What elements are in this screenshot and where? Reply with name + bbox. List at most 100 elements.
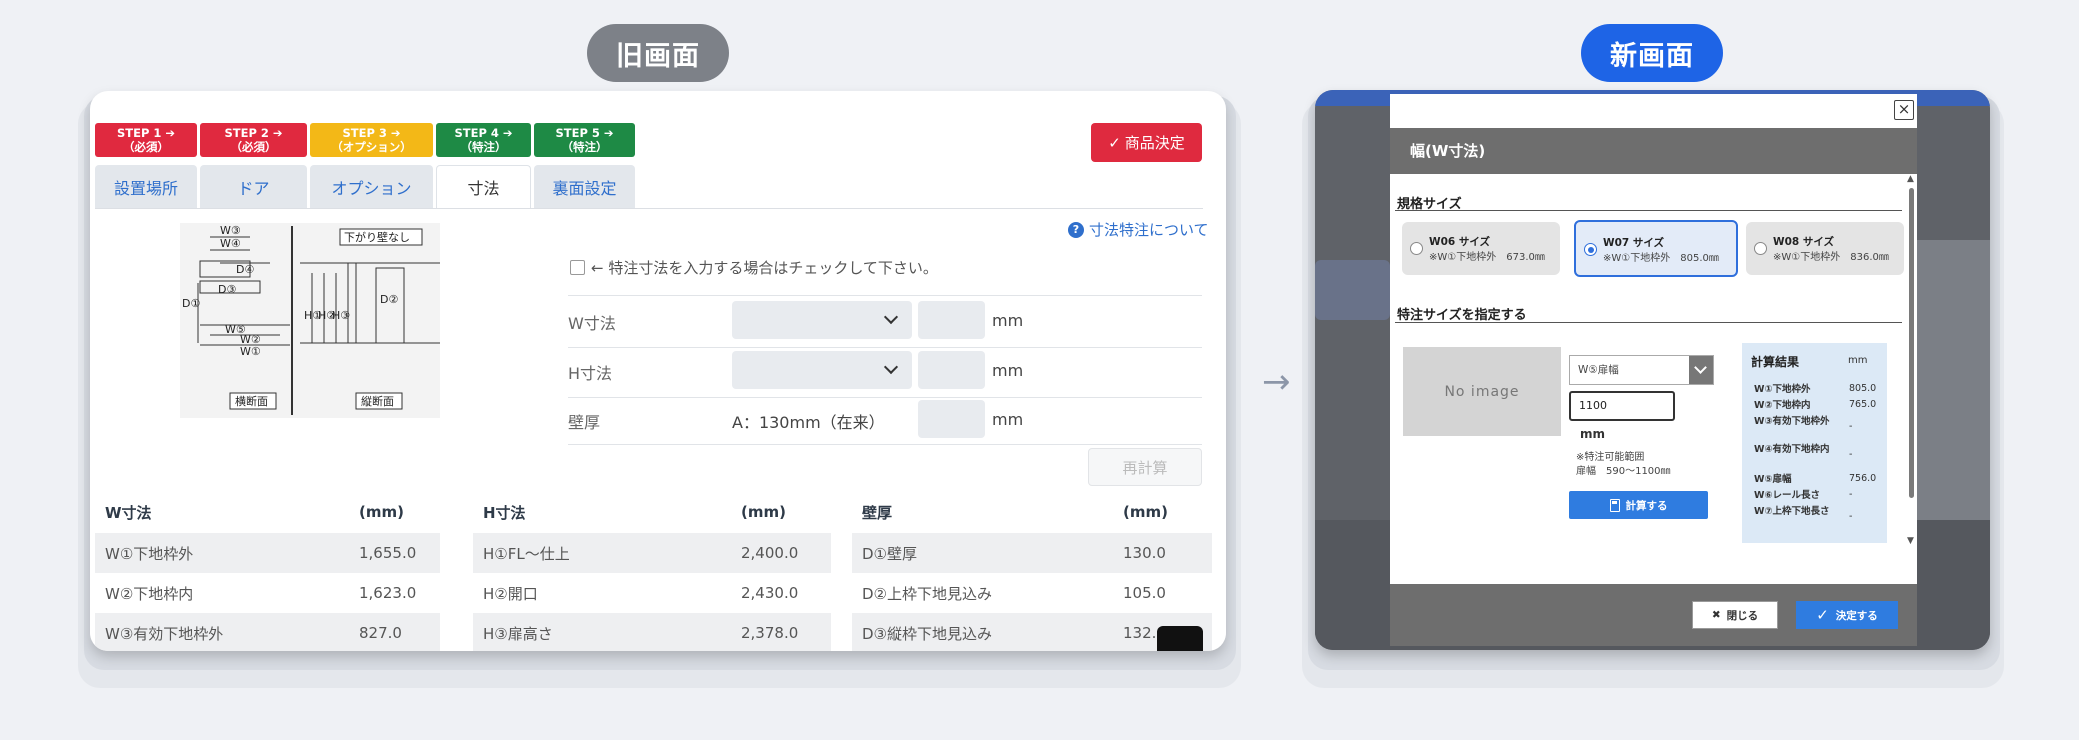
step-4-sub: （特注）: [460, 140, 507, 154]
table-row: D①壁厚 130.0: [852, 533, 1212, 573]
diagram-label-d3: D③: [218, 283, 236, 296]
diagram-no-drop-wall: 下がり壁なし: [344, 230, 410, 244]
result-value: 756.0: [1849, 473, 1877, 484]
diagram-caption-cross: 横断面: [235, 394, 268, 408]
dimension-diagram: W③ W④ W⑤ W② W① D① D③ D④ D② H① H② H③ 下がり壁…: [180, 223, 440, 418]
chevron-down-icon: [883, 359, 899, 375]
step-5-title: STEP 5 ➔: [555, 126, 614, 140]
calculate-button[interactable]: 計算する: [1569, 491, 1708, 519]
chevron-down-icon: [1689, 356, 1713, 384]
modal-title: 幅(W寸法): [1390, 128, 1917, 174]
table-header-label: H寸法: [483, 503, 526, 522]
modal-scrollbar[interactable]: ▲ ▼: [1906, 174, 1917, 552]
step-5-sub: （特注）: [561, 140, 608, 154]
size-option-w07[interactable]: W07 サイズ ※W①下地枠外 805.0㎜: [1574, 220, 1738, 277]
radio-icon[interactable]: [1754, 242, 1767, 255]
check-icon: ✓: [1108, 133, 1121, 152]
table-cell-label: H①FL～仕上: [483, 544, 570, 563]
step-5-button[interactable]: STEP 5 ➔ （特注）: [534, 123, 635, 157]
step-3-title: STEP 3 ➔: [342, 126, 401, 140]
step-2-button[interactable]: STEP 2 ➔ （必須）: [200, 123, 307, 157]
scroll-down-icon[interactable]: ▼: [1907, 536, 1914, 546]
h-size-unit: mm: [992, 361, 1024, 380]
custom-size-checkbox-label: ← 特注寸法を入力する場合はチェックして下さい。: [591, 259, 938, 277]
table-row: H①FL～仕上 2,400.0: [473, 533, 831, 573]
decide-product-button[interactable]: ✓ 商品決定: [1091, 123, 1202, 162]
result-value: 765.0: [1849, 399, 1877, 410]
range-note-title: ※特注可能範囲: [1576, 452, 1645, 463]
modal-footer: ✖ 閉じる ✓ 決定する: [1390, 584, 1917, 646]
table-header: H寸法 (mm): [473, 491, 831, 533]
confirm-button[interactable]: ✓ 決定する: [1796, 601, 1898, 629]
calculate-label: 計算する: [1625, 499, 1668, 512]
radio-icon[interactable]: [1410, 242, 1423, 255]
table-header-unit: (mm): [741, 503, 786, 521]
size-option-detail: ※W①下地枠外 673.0㎜: [1429, 252, 1545, 263]
calculator-icon: [1609, 498, 1620, 512]
custom-size-input[interactable]: 1100: [1569, 391, 1675, 421]
form-divider: [568, 347, 1202, 348]
result-value: -: [1849, 489, 1853, 500]
scroll-up-icon[interactable]: ▲: [1907, 174, 1914, 184]
custom-size-checkbox-row: ← 特注寸法を入力する場合はチェックして下さい。: [570, 257, 938, 278]
recalculate-button[interactable]: 再計算: [1088, 448, 1202, 486]
table-row: H③扉高さ 2,378.0: [473, 613, 831, 651]
wall-thickness-unit: mm: [992, 410, 1024, 429]
result-title: 計算結果: [1751, 355, 1800, 369]
size-option-name: W07 サイズ: [1603, 237, 1665, 249]
form-divider: [568, 444, 1202, 445]
radio-selected-icon[interactable]: [1584, 243, 1597, 256]
table-cell-label: H②開口: [483, 584, 538, 603]
step-2-title: STEP 2 ➔: [224, 126, 283, 140]
custom-size-help-link[interactable]: ? 寸法特注について: [1068, 219, 1209, 240]
w-size-input[interactable]: [918, 301, 985, 339]
table-row: D②上枠下地見込み 105.0: [852, 573, 1212, 613]
tab-dimensions[interactable]: 寸法: [436, 165, 531, 208]
result-value: -: [1849, 421, 1853, 432]
width-modal: × 幅(W寸法) ▲ ▼ 規格サイズ W06 サイズ ※W①下地枠外 673.0…: [1390, 94, 1917, 646]
back-to-top-button[interactable]: TOP: [1157, 626, 1203, 651]
step-1-sub: （必須）: [123, 140, 169, 154]
wall-thickness-label: 壁厚: [568, 413, 601, 432]
wall-thickness-input[interactable]: [918, 400, 985, 438]
step-4-button[interactable]: STEP 4 ➔ （特注）: [436, 123, 531, 157]
table-cell-label: D③縦枠下地見込み: [862, 624, 992, 643]
step-4-title: STEP 4 ➔: [454, 126, 513, 140]
tab-divider: [95, 208, 1203, 209]
close-icon[interactable]: ×: [1894, 100, 1914, 120]
step-1-button[interactable]: STEP 1 ➔ （必須）: [95, 123, 197, 157]
table-cell-value: 1,655.0: [359, 544, 417, 562]
result-value: -: [1849, 449, 1853, 460]
table-cell-label: W②下地枠内: [105, 584, 194, 603]
size-option-w06[interactable]: W06 サイズ ※W①下地枠外 673.0㎜: [1402, 222, 1560, 275]
result-label: W④有効下地枠内: [1754, 444, 1830, 455]
tab-back-settings[interactable]: 裏面設定: [534, 165, 635, 208]
custom-size-checkbox[interactable]: [570, 260, 585, 275]
step-3-button[interactable]: STEP 3 ➔ （オプション）: [310, 123, 433, 157]
table-cell-value: 827.0: [359, 624, 402, 642]
confirm-label: 決定する: [1835, 609, 1878, 622]
close-button[interactable]: ✖ 閉じる: [1692, 601, 1778, 629]
result-label: W②下地枠内: [1754, 400, 1811, 411]
w-size-unit: mm: [992, 311, 1024, 330]
h-size-select[interactable]: [732, 351, 912, 389]
size-option-name: W08 サイズ: [1773, 236, 1835, 248]
tab-door[interactable]: ドア: [200, 165, 307, 208]
h-size-table: H寸法 (mm) H①FL～仕上 2,400.0 H②開口 2,430.0 H③…: [473, 491, 831, 651]
dimension-select[interactable]: W⑤扉幅: [1569, 355, 1714, 385]
w-size-label: W寸法: [568, 314, 616, 333]
table-cell-value: 1,623.0: [359, 584, 417, 602]
background-blur: [1315, 260, 1390, 320]
tab-option[interactable]: オプション: [310, 165, 433, 208]
size-option-detail: ※W①下地枠外 805.0㎜: [1603, 253, 1719, 264]
tab-location[interactable]: 設置場所: [95, 165, 197, 208]
wall-thickness-value: A：130mm（在来）: [732, 413, 885, 432]
custom-size-help-text: 寸法特注について: [1089, 221, 1209, 239]
size-option-w08[interactable]: W08 サイズ ※W①下地枠外 836.0㎜: [1746, 222, 1904, 275]
diagram-label-w1: W①: [240, 345, 261, 358]
calculation-result-panel: 計算結果 mm W①下地枠外 805.0 W②下地枠内 765.0 W③有効下地…: [1742, 343, 1887, 543]
table-cell-label: W①下地枠外: [105, 544, 194, 563]
scroll-thumb[interactable]: [1909, 188, 1914, 498]
w-size-select[interactable]: [732, 301, 912, 339]
h-size-input[interactable]: [918, 351, 985, 389]
